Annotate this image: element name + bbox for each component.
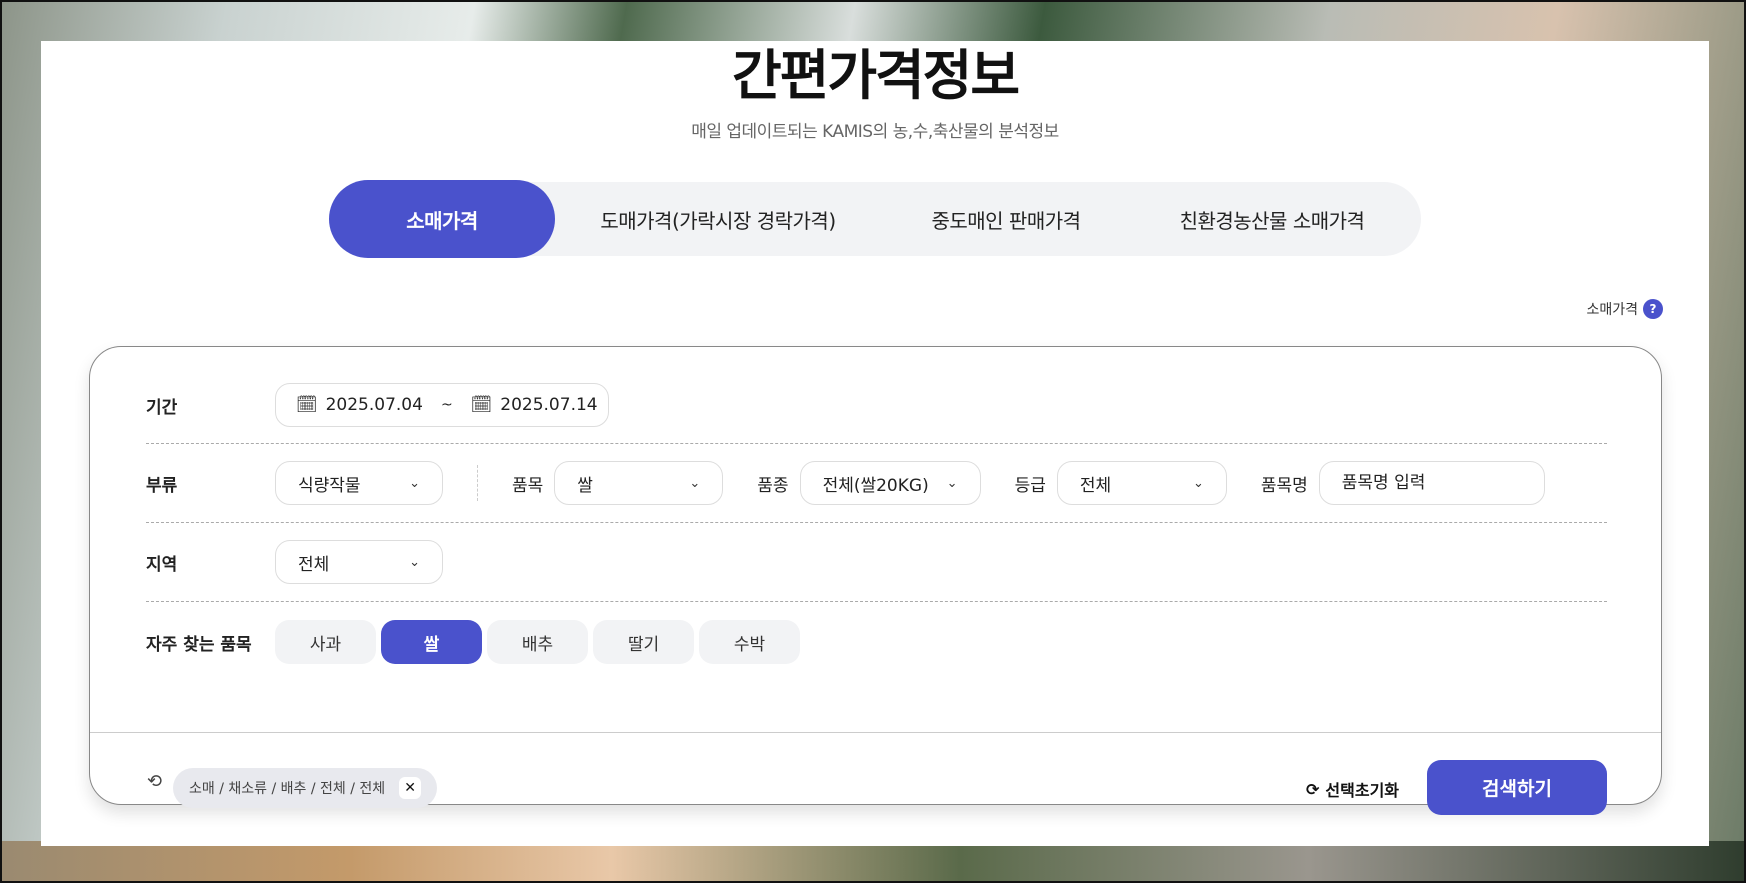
category-select[interactable]: 식량작물 ⌄ xyxy=(275,461,443,505)
category-value: 식량작물 xyxy=(298,475,361,496)
close-icon[interactable]: ✕ xyxy=(399,777,422,799)
item-label: 품목 xyxy=(512,475,544,496)
help-link[interactable]: 소매가격 ? xyxy=(1586,299,1663,319)
recent-search-text[interactable]: 소매 / 채소류 / 배추 / 전체 / 전체 xyxy=(189,778,385,798)
background-image xyxy=(2,841,1744,881)
chip-watermelon[interactable]: 수박 xyxy=(699,620,800,664)
history-icon: ⟲ xyxy=(147,771,163,792)
recent-search-pill[interactable]: 소매 / 채소류 / 배추 / 전체 / 전체 ✕ xyxy=(173,768,438,808)
frequent-items-row: 자주 찾는 품목 사과 쌀 배추 딸기 수박 xyxy=(146,602,1607,682)
calendar-icon: 🗓 xyxy=(470,395,493,415)
region-label: 지역 xyxy=(146,554,178,575)
chip-strawberry[interactable]: 딸기 xyxy=(593,620,694,664)
tab-broker[interactable]: 중도매인 판매가격 xyxy=(881,182,1131,256)
item-value: 쌀 xyxy=(577,475,593,496)
category-label: 부류 xyxy=(146,475,178,496)
variety-select[interactable]: 전체(쌀20KG) ⌄ xyxy=(799,461,981,505)
reset-label: 선택초기화 xyxy=(1325,781,1400,800)
frequent-label: 자주 찾는 품목 xyxy=(146,634,252,655)
grade-label: 등급 xyxy=(1014,475,1046,496)
chevron-down-icon: ⌄ xyxy=(946,475,958,491)
calendar-icon: 🗓 xyxy=(296,395,318,415)
start-date[interactable]: 2025.07.04 xyxy=(326,395,423,415)
page-title: 간편가격정보 xyxy=(731,44,1020,107)
item-select[interactable]: 쌀 ⌄ xyxy=(554,461,724,505)
region-value: 전체 xyxy=(298,554,330,575)
region-row: 지역 전체 ⌄ xyxy=(146,523,1607,602)
chevron-down-icon: ⌄ xyxy=(689,475,701,491)
tab-eco-retail[interactable]: 친환경농산물 소매가격 xyxy=(1131,182,1413,256)
tab-wholesale[interactable]: 도매가격(가락시장 경락가격) xyxy=(555,182,881,256)
end-date[interactable]: 2025.07.14 xyxy=(500,395,597,415)
category-row: 부류 식량작물 ⌄ 품목 쌀 ⌄ 품종 전체(쌀20KG) ⌄ 등급 전체 ⌄ 품목명 xyxy=(146,444,1607,523)
chevron-down-icon: ⌄ xyxy=(1192,475,1204,491)
chip-rice[interactable]: 쌀 xyxy=(381,620,482,664)
page-subtitle: 매일 업데이트되는 KAMIS의 농,수,축산물의 분석정보 xyxy=(691,122,1059,142)
period-row: 기간 🗓 2025.07.04 ~ 🗓 2025.07.14 xyxy=(146,367,1607,444)
region-select[interactable]: 전체 ⌄ xyxy=(275,540,443,584)
variety-label: 품종 xyxy=(757,475,789,496)
chevron-down-icon: ⌄ xyxy=(409,475,420,491)
item-name-label: 품목명 xyxy=(1260,475,1308,496)
chip-apple[interactable]: 사과 xyxy=(275,620,376,664)
refresh-icon: ⟳ xyxy=(1306,779,1320,799)
chevron-down-icon: ⌄ xyxy=(409,554,420,570)
divider xyxy=(477,465,478,501)
search-form: 기간 🗓 2025.07.04 ~ 🗓 2025.07.14 부류 식량작물 ⌄ … xyxy=(89,346,1662,815)
price-type-tabs: 소매가격 도매가격(가락시장 경락가격) 중도매인 판매가격 친환경농산물 소매… xyxy=(329,180,1421,258)
search-button[interactable]: 검색하기 xyxy=(1427,760,1607,815)
main-panel: 간편가격정보 매일 업데이트되는 KAMIS의 농,수,축산물의 분석정보 소매… xyxy=(41,41,1709,846)
grade-select[interactable]: 전체 ⌄ xyxy=(1056,461,1227,505)
date-separator: ~ xyxy=(440,397,453,413)
footer-divider xyxy=(90,732,1661,733)
variety-value: 전체(쌀20KG) xyxy=(822,475,929,496)
period-label: 기간 xyxy=(146,397,178,418)
item-name-input[interactable] xyxy=(1318,461,1545,505)
date-range-field[interactable]: 🗓 2025.07.04 ~ 🗓 2025.07.14 xyxy=(275,383,609,427)
reset-button[interactable]: ⟳ 선택초기화 xyxy=(1306,777,1399,801)
question-icon[interactable]: ? xyxy=(1643,299,1663,319)
chip-cabbage[interactable]: 배추 xyxy=(487,620,588,664)
tab-retail[interactable]: 소매가격 xyxy=(329,180,555,258)
grade-value: 전체 xyxy=(1079,475,1112,496)
help-label: 소매가격 xyxy=(1586,302,1638,318)
